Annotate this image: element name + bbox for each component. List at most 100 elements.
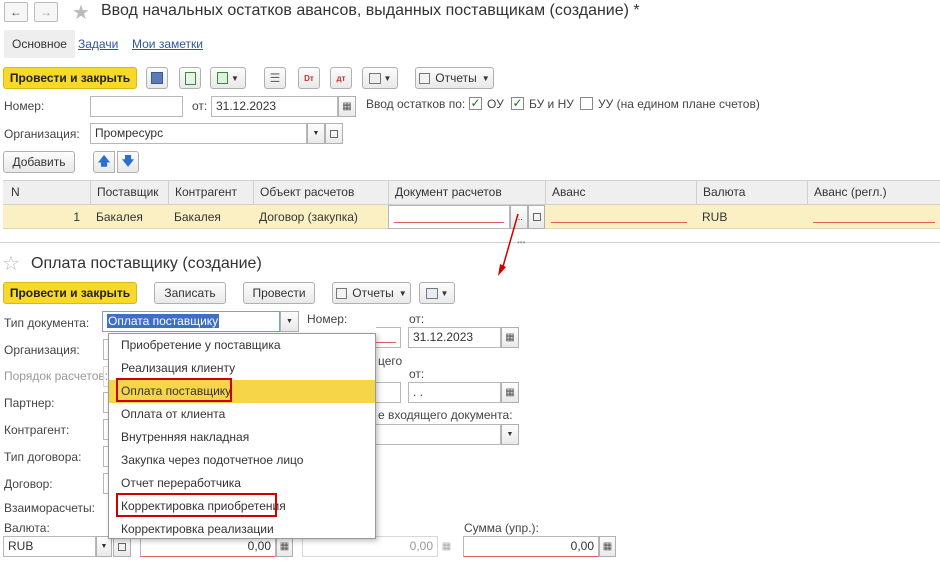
payment-reports-button[interactable]: Отчеты ▼ bbox=[332, 282, 411, 304]
org-dropdown-button[interactable]: ▼ bbox=[307, 123, 325, 144]
doc-type-input[interactable]: Оплата поставщику bbox=[102, 311, 280, 332]
advance-cell[interactable] bbox=[551, 222, 687, 223]
move-down-button[interactable]: 🡇 bbox=[117, 151, 139, 173]
annotation-arrow bbox=[498, 213, 519, 276]
incoming-date-input[interactable]: . . bbox=[408, 382, 501, 403]
doc-type-dropdown-button[interactable]: ▼ bbox=[280, 311, 299, 332]
incoming-from-label: от: bbox=[409, 367, 425, 381]
payment-org-label: Организация: bbox=[4, 343, 80, 357]
forward-button[interactable]: → bbox=[34, 2, 58, 22]
cell-doc-input[interactable] bbox=[388, 205, 510, 229]
col-header-doc[interactable]: Документ расчетов bbox=[388, 180, 545, 204]
bu-checkbox[interactable]: ✓ bbox=[511, 97, 524, 110]
sum-upr-input[interactable]: 0,00 bbox=[463, 536, 599, 557]
settlements-label: Взаиморасчеты: bbox=[4, 501, 96, 515]
dt-kt-report-icon: дт bbox=[336, 73, 346, 83]
post-and-close-button[interactable]: Провести и закрыть bbox=[3, 67, 137, 89]
col-header-currency[interactable]: Валюта bbox=[696, 180, 807, 204]
incoming-number-input[interactable] bbox=[376, 382, 401, 403]
dt-kt-button[interactable]: Dт bbox=[298, 67, 320, 89]
incoming-calendar-button[interactable]: ▦ bbox=[501, 382, 519, 403]
payment-calendar-button[interactable]: ▦ bbox=[501, 327, 519, 348]
payment-print-button[interactable]: ▼ bbox=[419, 282, 455, 304]
payment-date-input[interactable]: 31.12.2023 bbox=[408, 327, 501, 348]
cell-counterparty[interactable]: Бакалея bbox=[168, 205, 253, 229]
doc-open-button[interactable] bbox=[528, 205, 545, 229]
col-header-supplier[interactable]: Поставщик bbox=[90, 180, 168, 204]
sum-upr-calc-button[interactable]: ▦ bbox=[599, 536, 616, 557]
col-header-object[interactable]: Объект расчетов bbox=[253, 180, 388, 204]
ou-checkbox[interactable]: ✓ bbox=[469, 97, 482, 110]
save-button[interactable] bbox=[146, 67, 168, 89]
move-up-button[interactable]: 🡅 bbox=[93, 151, 115, 173]
print-button[interactable]: ▼ bbox=[362, 67, 398, 89]
highlight-box bbox=[116, 493, 277, 517]
contract-label: Договор: bbox=[4, 477, 53, 491]
advance-regl-cell[interactable] bbox=[813, 222, 935, 223]
currency-label: Валюта: bbox=[4, 521, 50, 535]
add-button[interactable]: Добавить bbox=[3, 151, 75, 173]
create-based-on-button[interactable]: ▼ bbox=[210, 67, 246, 89]
cell-object[interactable]: Договор (закупка) bbox=[253, 205, 388, 229]
uu-checkbox[interactable] bbox=[580, 97, 593, 110]
payment-window-title: Оплата поставщику (создание) bbox=[31, 255, 262, 272]
report-icon bbox=[336, 287, 348, 299]
calendar-icon: ▦ bbox=[342, 101, 352, 112]
dropdown-item[interactable]: Закупка через подотчетное лицо bbox=[109, 449, 375, 472]
calendar-icon: ▦ bbox=[505, 387, 515, 398]
open-icon bbox=[330, 129, 338, 138]
cell-currency[interactable]: RUB bbox=[696, 205, 807, 229]
dropdown-item[interactable]: Реализация клиенту bbox=[109, 357, 375, 380]
cell-supplier[interactable]: Бакалея bbox=[90, 205, 168, 229]
star-icon[interactable]: ☆ bbox=[2, 251, 20, 276]
write-button[interactable]: Записать bbox=[154, 282, 226, 304]
date-input[interactable]: 31.12.2023 bbox=[211, 96, 338, 117]
org-open-button[interactable] bbox=[325, 123, 343, 144]
list-button[interactable]: ☰ bbox=[264, 67, 286, 89]
list-icon: ☰ bbox=[269, 71, 281, 85]
dropdown-item[interactable]: Корректировка реализации bbox=[109, 518, 375, 541]
calendar-button[interactable]: ▦ bbox=[338, 96, 356, 117]
reports-label: Отчеты bbox=[435, 71, 477, 85]
back-button[interactable]: ← bbox=[4, 2, 28, 22]
post-button[interactable] bbox=[179, 67, 201, 89]
col-header-counterparty[interactable]: Контрагент bbox=[168, 180, 253, 204]
printer-icon bbox=[368, 72, 381, 84]
calendar-icon: ▦ bbox=[505, 332, 515, 343]
amount2-calc-button[interactable]: ▦ bbox=[438, 536, 455, 557]
org-input[interactable]: Промресурс bbox=[90, 123, 307, 144]
tab-main[interactable]: Основное bbox=[4, 30, 75, 58]
number-label: Номер: bbox=[4, 99, 45, 113]
reports-button[interactable]: Отчеты ▼ bbox=[415, 67, 494, 89]
tab-notes[interactable]: Мои заметки bbox=[124, 30, 211, 58]
chevron-down-icon: ▼ bbox=[481, 73, 490, 83]
col-header-advance[interactable]: Аванс bbox=[545, 180, 696, 204]
chevron-down-icon: ▼ bbox=[506, 431, 514, 438]
doc-type-label: Тип документа: bbox=[4, 316, 90, 330]
sum-upr-label: Сумма (упр.): bbox=[464, 521, 539, 535]
incoming-doc-dropdown-button[interactable]: ▼ bbox=[501, 424, 519, 445]
chevron-down-icon: ▼ bbox=[100, 543, 108, 550]
tab-tasks[interactable]: Задачи bbox=[70, 30, 126, 58]
number-input[interactable] bbox=[90, 96, 183, 117]
org-label: Организация: bbox=[4, 127, 80, 141]
open-icon bbox=[532, 213, 541, 221]
star-icon[interactable]: ★ bbox=[72, 0, 90, 25]
currency-input[interactable]: RUB bbox=[3, 536, 96, 557]
payment-post-close-button[interactable]: Провести и закрыть bbox=[3, 282, 137, 304]
dropdown-item[interactable]: Оплата от клиента bbox=[109, 403, 375, 426]
dt-kt-report-button[interactable]: дт bbox=[330, 67, 352, 89]
dropdown-item[interactable]: Приобретение у поставщика bbox=[109, 334, 375, 357]
calculator-icon: ▦ bbox=[441, 541, 452, 552]
col-header-n[interactable]: N bbox=[5, 180, 90, 204]
doc-type-value: Оплата поставщику bbox=[107, 314, 220, 328]
payment-post-button[interactable]: Провести bbox=[243, 282, 315, 304]
payment-reports-label: Отчеты bbox=[352, 286, 394, 300]
dropdown-item[interactable]: Внутренняя накладная bbox=[109, 426, 375, 449]
partner-label: Партнер: bbox=[4, 396, 55, 410]
dropdown-item[interactable]: Отчет переработчика bbox=[109, 472, 375, 495]
col-header-advance-regl[interactable]: Аванс (регл.) bbox=[807, 180, 940, 204]
arrow-up-icon: 🡅 bbox=[97, 153, 111, 168]
payment-number-input[interactable] bbox=[376, 327, 401, 348]
incoming-doc-input[interactable] bbox=[376, 424, 501, 445]
